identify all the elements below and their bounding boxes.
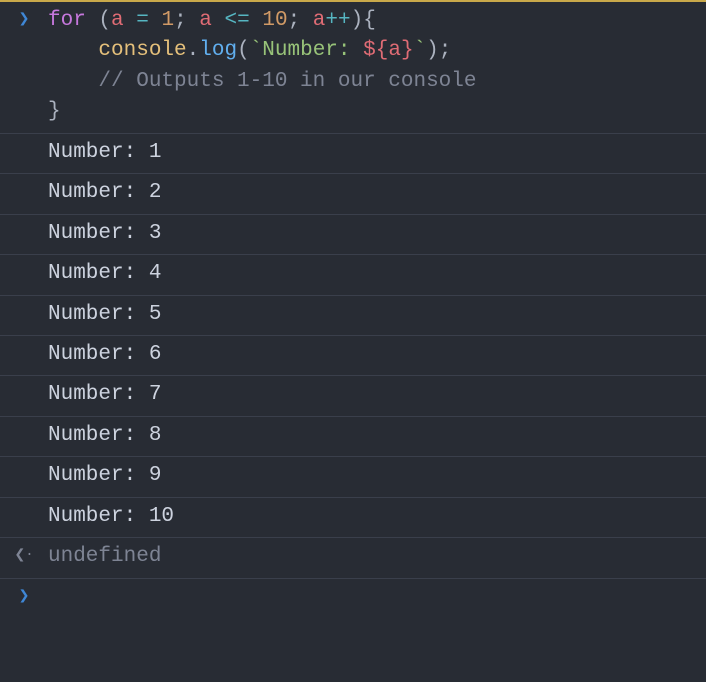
console-output-text: Number: 2 [48, 178, 706, 208]
console-output-text: Number: 7 [48, 380, 706, 410]
output-gutter [0, 340, 48, 342]
console-return-row: ❮· undefined [0, 538, 706, 578]
console-output-row: Number: 6 [0, 336, 706, 376]
output-gutter [0, 502, 48, 504]
console-output-row: Number: 5 [0, 296, 706, 336]
console-output-text: Number: 5 [48, 300, 706, 330]
chevron-left-icon: ❮ [14, 547, 25, 565]
dot-icon: · [25, 547, 33, 563]
input-prompt-gutter: ❯ [0, 583, 48, 608]
console-output-row: Number: 2 [0, 174, 706, 214]
output-gutter [0, 178, 48, 180]
output-gutter [0, 461, 48, 463]
console-output-row: Number: 10 [0, 498, 706, 538]
return-gutter: ❮· [0, 542, 48, 567]
console-output-row: Number: 8 [0, 417, 706, 457]
console-output-text: Number: 3 [48, 219, 706, 249]
output-gutter [0, 300, 48, 302]
console-output-text: Number: 4 [48, 259, 706, 289]
console-output-text: Number: 1 [48, 138, 706, 168]
console-output-text: Number: 6 [48, 340, 706, 370]
console-input-row[interactable]: ❯ for (a = 1; a <= 10; a++){ console.log… [0, 2, 706, 134]
output-gutter [0, 380, 48, 382]
console-output-row: Number: 9 [0, 457, 706, 497]
keyword-for: for [48, 9, 86, 32]
console-new-input-row[interactable]: ❯ [0, 579, 706, 613]
console-output-row: Number: 1 [0, 134, 706, 174]
console-output-text: Number: 9 [48, 461, 706, 491]
console-input-code[interactable]: for (a = 1; a <= 10; a++){ console.log(`… [48, 6, 706, 128]
chevron-right-icon: ❯ [19, 588, 30, 606]
console-output-row: Number: 4 [0, 255, 706, 295]
output-gutter [0, 421, 48, 423]
console-output-text: Number: 10 [48, 502, 706, 532]
console-output-text: Number: 8 [48, 421, 706, 451]
console-output-row: Number: 3 [0, 215, 706, 255]
chevron-right-icon: ❯ [19, 11, 30, 29]
input-prompt-gutter: ❯ [0, 6, 48, 31]
return-value: undefined [48, 542, 706, 572]
output-gutter [0, 138, 48, 140]
console-output-row: Number: 7 [0, 376, 706, 416]
output-gutter [0, 259, 48, 261]
output-gutter [0, 219, 48, 221]
